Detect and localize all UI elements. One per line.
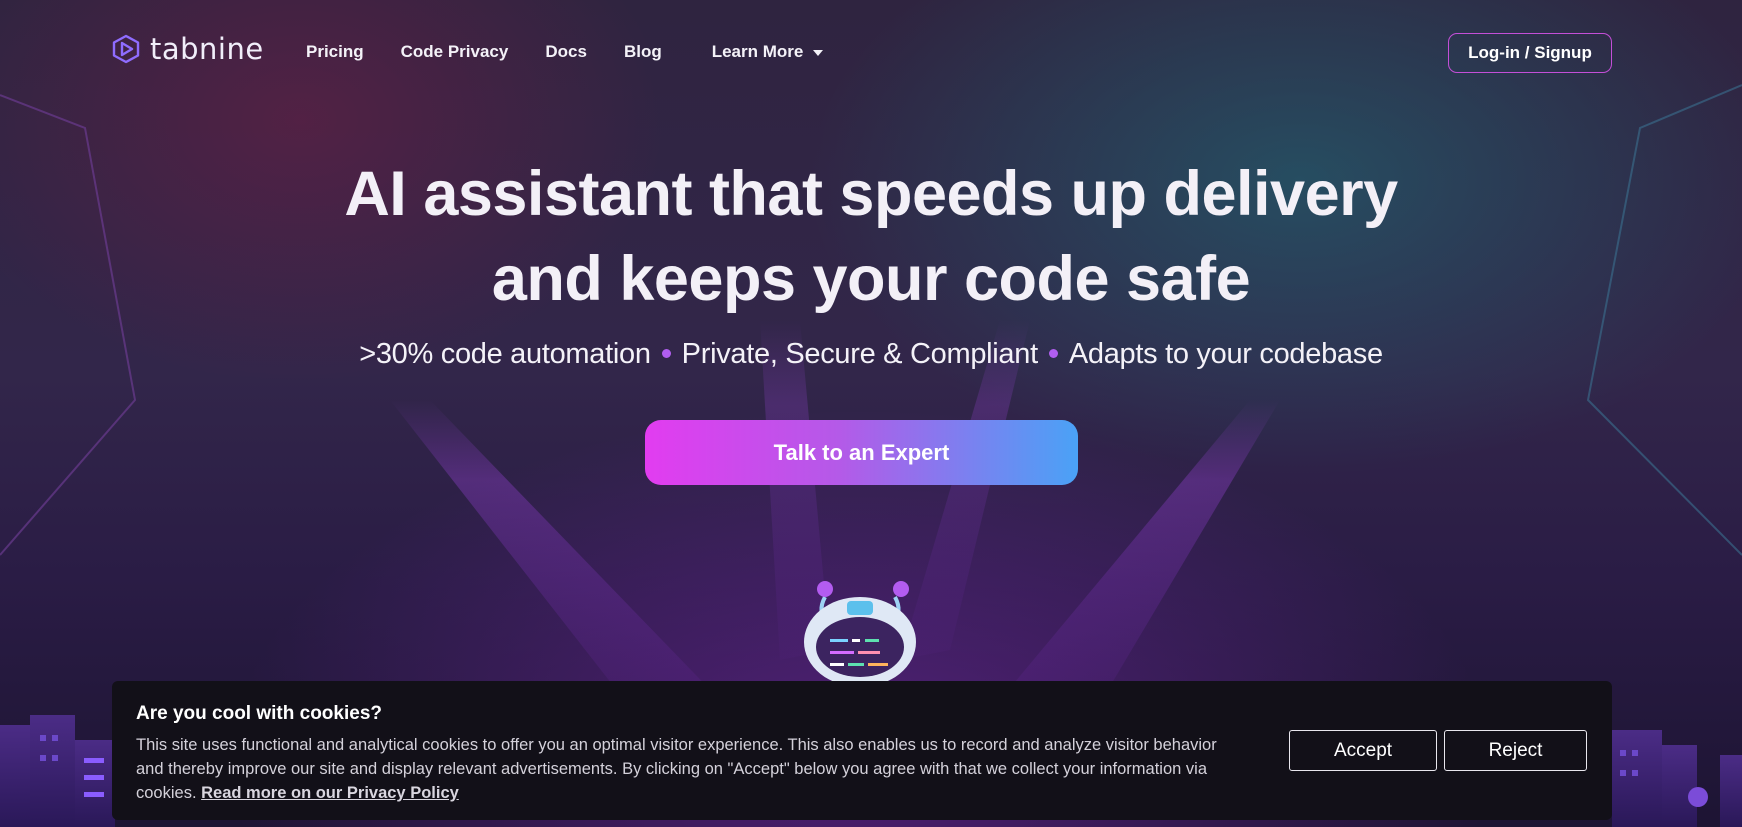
accept-cookies-button[interactable]: Accept <box>1289 730 1437 771</box>
nav-link-pricing[interactable]: Pricing <box>306 42 364 62</box>
chevron-down-icon <box>813 50 824 56</box>
feature-adapts: Adapts to your codebase <box>1068 338 1383 370</box>
nav-link-code-privacy[interactable]: Code Privacy <box>401 42 509 62</box>
feature-automation: >30% code automation <box>359 338 651 370</box>
login-signup-button[interactable]: Log-in / Signup <box>1448 33 1612 73</box>
bullet-dot <box>1048 348 1058 358</box>
hexagon-play-icon <box>112 34 140 64</box>
cookie-banner-title: Are you cool with cookies? <box>136 703 382 724</box>
cookie-consent-banner: Are you cool with cookies? This site use… <box>112 681 1612 820</box>
cookie-banner-text: This site uses functional and analytical… <box>136 733 1246 805</box>
nav-link-learn-more[interactable]: Learn More <box>712 42 824 62</box>
feature-privacy: Private, Secure & Compliant <box>681 338 1038 370</box>
hero-title-line-2: and keeps your code safe <box>491 244 1251 314</box>
top-navigation: tabnine Pricing Code Privacy Docs Blog L… <box>0 0 1742 105</box>
brand-logo[interactable]: tabnine <box>112 34 264 64</box>
talk-to-expert-button[interactable]: Talk to an Expert <box>645 420 1078 485</box>
bullet-dot <box>661 348 671 358</box>
robot-mascot-illustration <box>804 581 916 687</box>
privacy-policy-link[interactable]: Read more on our Privacy Policy <box>201 784 459 802</box>
nav-links: Pricing Code Privacy Docs Blog Learn Mor… <box>306 42 860 62</box>
reject-cookies-button[interactable]: Reject <box>1444 730 1587 771</box>
hero-title-line-1: AI assistant that speeds up delivery <box>344 159 1398 229</box>
hero-title: AI assistant that speeds up delivery and… <box>0 152 1742 322</box>
feature-list: >30% code automation Private, Secure & Co… <box>0 338 1742 371</box>
nav-link-blog[interactable]: Blog <box>624 42 662 62</box>
nav-link-docs[interactable]: Docs <box>545 42 587 62</box>
learn-more-label: Learn More <box>711 42 804 61</box>
brand-name: tabnine <box>150 31 264 66</box>
